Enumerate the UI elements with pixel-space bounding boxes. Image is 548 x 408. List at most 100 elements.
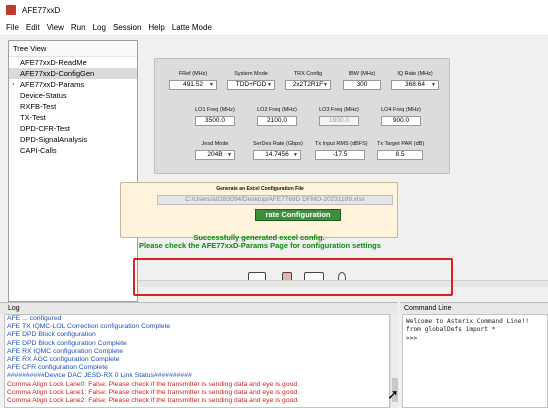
params-hint-message: Please check the AFE77xxD-Params Page fo… — [139, 241, 381, 250]
console-line: from globalDefs import * — [406, 326, 496, 334]
tree-item-rxfb-test[interactable]: RXFB-Test — [9, 101, 137, 112]
config-parameters-box: FRef (MHz) 491.52 ▼ System Mode TDD+FDD ▼ … — [154, 58, 450, 174]
tree-item-label: AFE77xxD-ReadMe — [20, 58, 87, 67]
chevron-down-icon: ▼ — [431, 82, 436, 88]
chevron-down-icon: ▼ — [209, 82, 214, 88]
tree-item-configgen[interactable]: AFE77xxD-ConfigGen — [9, 68, 137, 79]
lo4-label: LO4 Freq (MHz) — [381, 107, 421, 113]
tx-input-rms-field: Tx Input RMS (dBFS) -17.5 — [315, 141, 368, 160]
generate-config-box: Generate an Excel Configuration File C:/… — [120, 182, 398, 238]
system-mode-label: System Mode — [234, 71, 268, 77]
jesd-mode-select[interactable]: 204B ▼ — [195, 150, 235, 160]
lo2-value: 2100.0 — [267, 117, 287, 124]
lo3-input: 1900.0 — [319, 116, 359, 126]
log-header: Log — [0, 302, 398, 314]
log-line: AFE ... configured — [7, 315, 62, 322]
excel-path-field[interactable]: C:/Users/a0283094/Desktop/AFE7769D DFMO-… — [157, 195, 393, 205]
menu-bar: File Edit View Run Log Session Help Latt… — [0, 20, 548, 36]
log-line: Comma Align Lock Lane0: False; Please ch… — [7, 380, 300, 388]
console-line: Welcome to Asterix Command Line!! — [406, 318, 529, 325]
trx-config-select[interactable]: 2x2T2R1F ▼ — [285, 80, 331, 90]
tree-item-capi-calls[interactable]: CAPI-Calls — [9, 145, 137, 156]
tree-item-label: DPD-SignalAnalysis — [20, 135, 88, 144]
lo1-field: LO1 Freq (MHz) 3500.0 — [195, 107, 235, 126]
chevron-right-icon[interactable]: › — [12, 79, 14, 90]
system-mode-value: TDD+FDD — [235, 81, 267, 88]
menu-view[interactable]: View — [47, 23, 64, 32]
generate-config-title: Generate an Excel Configuration File — [216, 186, 304, 192]
tree-item-label: TX-Test — [20, 113, 46, 122]
tx-target-par-label: Tx Target PAR (dB) — [377, 141, 425, 147]
chevron-down-icon: ▼ — [323, 82, 328, 88]
lo4-value: 900.0 — [392, 117, 410, 124]
system-mode-field: System Mode TDD+FDD ▼ — [227, 71, 275, 90]
ibw-input[interactable]: 300 — [343, 80, 381, 90]
menu-session[interactable]: Session — [113, 23, 141, 32]
tree-item-label: CAPI-Calls — [20, 146, 57, 155]
ibw-field: IBW (MHz) 300 — [343, 71, 381, 90]
trx-config-field: TRX Config 2x2T2R1F ▼ — [285, 71, 331, 90]
command-line-console[interactable]: Welcome to Asterix Command Line!! from g… — [402, 314, 548, 408]
jesd-mode-label: Jesd Mode — [201, 141, 229, 147]
fref-value: 491.52 — [183, 81, 203, 88]
tx-target-par-input[interactable]: 8.5 — [377, 150, 423, 160]
log-line: Comma Align Lock Lane1: False; Please ch… — [7, 388, 300, 396]
lo2-field: LO2 Freq (MHz) 2100.0 — [257, 107, 297, 126]
lo1-value: 3500.0 — [205, 117, 225, 124]
app-icon — [6, 5, 16, 15]
fref-select[interactable]: 491.52 ▼ — [169, 80, 217, 90]
ibw-value: 300 — [356, 81, 368, 88]
serdes-rate-select[interactable]: 14.7456 ▼ — [253, 150, 301, 160]
red-highlight-box — [133, 258, 453, 296]
mouse-cursor-icon: ➚ — [387, 386, 399, 402]
tx-target-par-value: 8.5 — [395, 151, 405, 158]
log-line: AFE RX AGC configuration Complete — [7, 356, 120, 364]
log-line: AFE DPD Block configuration — [7, 331, 96, 339]
serdes-rate-value: 14.7456 — [265, 151, 289, 158]
menu-edit[interactable]: Edit — [26, 23, 40, 32]
log-line: AFE DPD Block configuration Complete — [7, 339, 127, 347]
chevron-down-icon: ▼ — [293, 152, 298, 158]
tree-item-label: AFE77xxD-ConfigGen — [20, 69, 95, 78]
chevron-down-icon: ▼ — [267, 82, 272, 88]
log-line: AFE RX IQMC configuration Complete — [7, 347, 123, 355]
menu-file[interactable]: File — [6, 23, 19, 32]
menu-run[interactable]: Run — [71, 23, 86, 32]
jesd-mode-value: 204B — [207, 151, 223, 158]
tree-item-dpd-signal-analysis[interactable]: DPD-SignalAnalysis — [9, 134, 137, 145]
menu-latte-mode[interactable]: Latte Mode — [172, 23, 212, 32]
trx-config-value: 2x2T2R1F — [292, 81, 324, 88]
iq-rate-label: IQ Rate (MHz) — [397, 71, 433, 77]
lo1-input[interactable]: 3500.0 — [195, 116, 235, 126]
tree-item-device-status[interactable]: Device-Status — [9, 90, 137, 101]
lo4-input[interactable]: 900.0 — [381, 116, 421, 126]
log-line: AFE TX IQMC-LOL Correction configuration… — [7, 323, 171, 331]
console-prompt: >>> — [406, 334, 418, 342]
iq-rate-select[interactable]: 368.64 ▼ — [391, 80, 439, 90]
tree-item-params[interactable]: › AFE77xxD-Params — [9, 79, 137, 90]
log-line: Comma Align Lock Lane2: False; Please ch… — [7, 397, 300, 405]
log-panel: AFE ... configured AFE TX IQMC-LOL Corre… — [4, 314, 390, 408]
lo3-label: LO3 Freq (MHz) — [319, 107, 359, 113]
tx-input-rms-input[interactable]: -17.5 — [315, 150, 365, 160]
window-title: AFE77xxD — [22, 5, 61, 15]
lo4-field: LO4 Freq (MHz) 900.0 — [381, 107, 421, 126]
serdes-rate-field: SerDes Rate (Gbps) 14.7456 ▼ — [253, 141, 303, 160]
menu-help[interactable]: Help — [148, 23, 164, 32]
menu-log[interactable]: Log — [93, 23, 106, 32]
tx-input-rms-label: Tx Input RMS (dBFS) — [315, 141, 368, 147]
lo2-input[interactable]: 2100.0 — [257, 116, 297, 126]
ibw-label: IBW (MHz) — [348, 71, 376, 77]
generate-configuration-button[interactable]: rate Configuration — [255, 209, 341, 221]
command-line-header: Command Line — [400, 302, 548, 314]
lo3-field: LO3 Freq (MHz) 1900.0 — [319, 107, 359, 126]
tree-item-tx-test[interactable]: TX-Test — [9, 112, 137, 123]
system-mode-select[interactable]: TDD+FDD ▼ — [227, 80, 275, 90]
trx-config-label: TRX Config — [293, 71, 323, 77]
tree-view-header: Tree View — [9, 41, 137, 57]
tree-item-readme[interactable]: AFE77xxD-ReadMe — [9, 57, 137, 68]
lo1-label: LO1 Freq (MHz) — [195, 107, 235, 113]
iq-rate-field: IQ Rate (MHz) 368.64 ▼ — [391, 71, 439, 90]
tree-item-dpd-cfr-test[interactable]: DPD-CFR-Test — [9, 123, 137, 134]
tree-item-label: AFE77xxD-Params — [20, 80, 85, 89]
